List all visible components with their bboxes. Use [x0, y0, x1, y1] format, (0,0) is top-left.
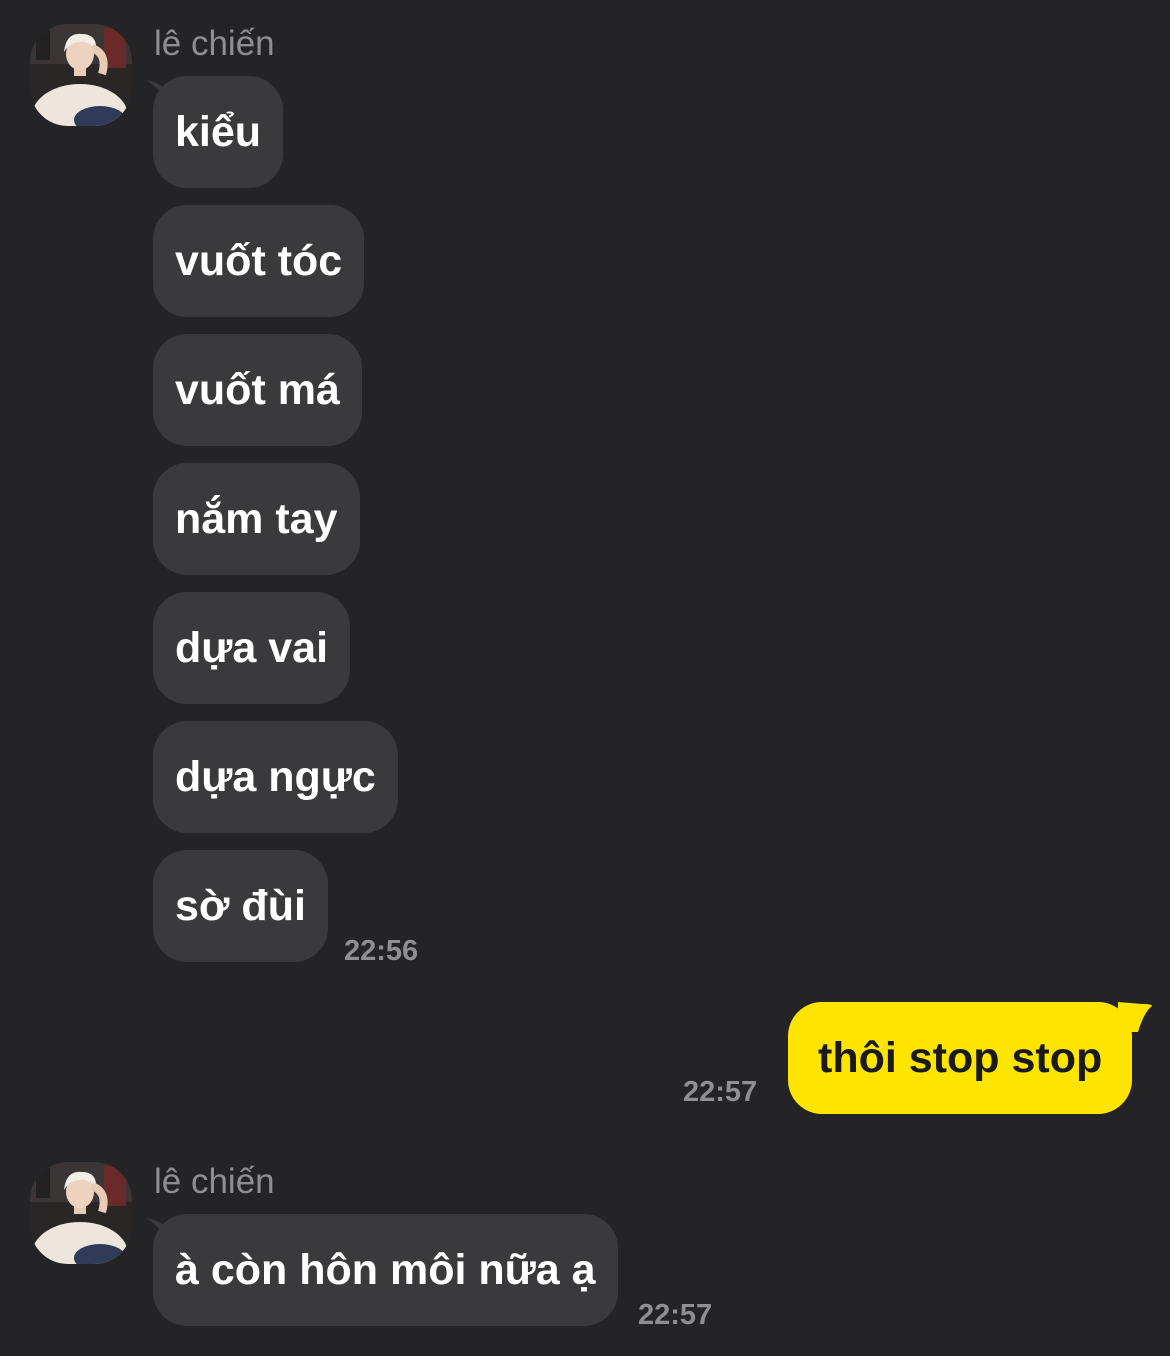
- message-bubble[interactable]: à còn hôn môi nữa ạ: [153, 1214, 618, 1326]
- message-timestamp: 22:57: [683, 1076, 758, 1108]
- outgoing-message-bubble[interactable]: thôi stop stop: [788, 1002, 1133, 1114]
- message-bubble[interactable]: dựa vai: [153, 592, 351, 704]
- message-bubble[interactable]: kiểu: [153, 76, 284, 188]
- message-bubble[interactable]: nắm tay: [153, 463, 360, 575]
- sender-avatar[interactable]: [30, 24, 132, 126]
- bubble-tail: [1118, 1002, 1152, 1032]
- profile-photo-avatar-icon: [30, 1162, 132, 1264]
- message-timestamp: 22:56: [344, 935, 419, 967]
- message-bubble[interactable]: sờ đùi: [153, 850, 328, 962]
- message-bubble[interactable]: vuốt tóc: [153, 205, 365, 317]
- sender-avatar[interactable]: [30, 1162, 132, 1264]
- sender-name: lê chiến: [154, 1162, 275, 1201]
- message-bubble[interactable]: vuốt má: [153, 334, 362, 446]
- profile-photo-avatar-icon: [30, 24, 132, 126]
- message-bubble[interactable]: dựa ngực: [153, 721, 398, 833]
- sender-name: lê chiến: [154, 24, 275, 63]
- message-timestamp: 22:57: [638, 1299, 713, 1331]
